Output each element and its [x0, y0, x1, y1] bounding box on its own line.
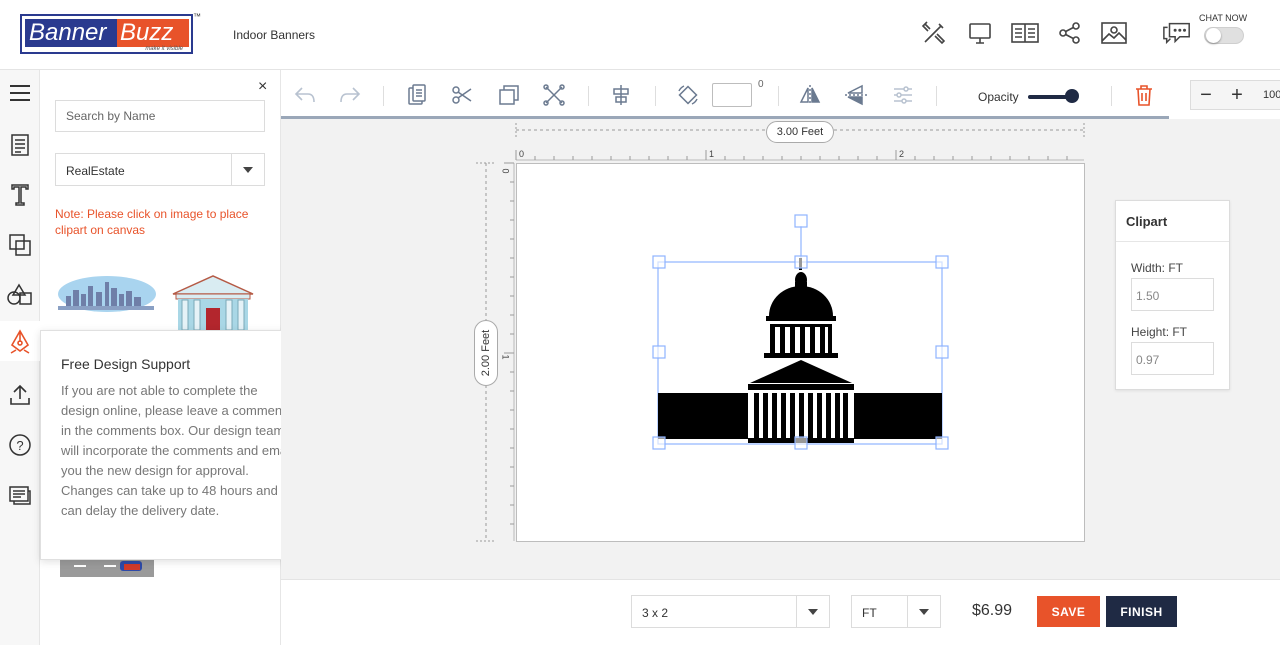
- rotate-icon[interactable]: [675, 82, 701, 108]
- svg-text:?: ?: [16, 438, 23, 453]
- zoom-value: 100: [1263, 89, 1280, 101]
- clipart-icon[interactable]: [0, 321, 40, 361]
- help-icon[interactable]: ?: [0, 425, 40, 465]
- degree-symbol: 0: [758, 79, 764, 90]
- clipart-height-input[interactable]: 0.97: [1131, 342, 1214, 375]
- book-icon[interactable]: [1010, 18, 1040, 48]
- duplicate-icon[interactable]: [496, 82, 522, 108]
- height-dimension-pill: 2.00 Feet: [474, 320, 498, 386]
- popup-body: If you are not able to complete the desi…: [61, 383, 293, 518]
- redo-icon[interactable]: [337, 82, 363, 108]
- clipart-note: Note: Please click on image to place cli…: [55, 207, 249, 237]
- opacity-label: Opacity: [978, 90, 1019, 104]
- trash-icon[interactable]: [1131, 82, 1157, 108]
- share-icon[interactable]: [1055, 18, 1085, 48]
- price-display: $6.99: [972, 602, 1013, 619]
- logo-trademark: ™: [193, 12, 201, 21]
- chevron-down-icon[interactable]: [796, 596, 829, 627]
- toolbar-separator: [588, 86, 589, 106]
- delete-x-icon[interactable]: [541, 82, 567, 108]
- chevron-down-icon[interactable]: [231, 154, 264, 185]
- height-dimension-label: 2.00 Feet: [480, 329, 493, 377]
- toolbar-separator: [1111, 86, 1112, 106]
- unit-select-value: FT: [862, 606, 877, 620]
- upload-icon[interactable]: [0, 375, 40, 415]
- finish-button[interactable]: FINISH: [1106, 596, 1177, 627]
- height-label: Height: FT: [1131, 325, 1188, 339]
- monitor-icon[interactable]: [965, 18, 995, 48]
- save-button[interactable]: SAVE: [1037, 596, 1100, 627]
- capitol-building-clipart[interactable]: [650, 212, 952, 452]
- product-title: Indoor Banners: [233, 28, 316, 42]
- flip-horizontal-icon[interactable]: [797, 82, 823, 108]
- size-select[interactable]: 3 x 2: [631, 595, 830, 628]
- layers-icon[interactable]: [0, 225, 40, 265]
- logo-buzz-text: Buzz: [117, 19, 189, 47]
- clipart-thumb-water[interactable]: [190, 560, 220, 566]
- width-label: Width: FT: [1131, 261, 1184, 275]
- logo-banner-text: Banner: [25, 19, 117, 47]
- popup-title: Free Design Support: [61, 356, 191, 372]
- shapes-icon[interactable]: [0, 275, 40, 315]
- clipart-width-input[interactable]: 1.50: [1131, 278, 1214, 311]
- text-icon[interactable]: [0, 175, 40, 215]
- zoom-in-button[interactable]: +: [1222, 81, 1252, 109]
- adjust-sliders-icon[interactable]: [890, 82, 916, 108]
- toolbar-separator: [655, 86, 656, 106]
- comments-icon[interactable]: [0, 475, 40, 515]
- chevron-down-icon[interactable]: [907, 596, 940, 627]
- unit-select[interactable]: FT: [851, 595, 941, 628]
- toolbar-separator: [778, 86, 779, 106]
- undo-icon[interactable]: [292, 82, 318, 108]
- menu-icon[interactable]: [0, 73, 40, 113]
- chat-now-label: CHAT NOW: [1199, 13, 1248, 23]
- flip-vertical-icon[interactable]: [843, 82, 869, 108]
- size-select-value: 3 x 2: [642, 606, 669, 620]
- image-icon[interactable]: [1099, 18, 1129, 48]
- category-select[interactable]: RealEstate: [55, 153, 265, 186]
- toggle-knob: [1206, 28, 1221, 43]
- ruler-left-label-1: 1: [500, 354, 511, 360]
- zoom-control: − + 100: [1190, 80, 1280, 110]
- zoom-out-button[interactable]: −: [1191, 81, 1221, 109]
- template-icon[interactable]: [0, 125, 40, 165]
- ruler-top-label-0: 0: [519, 149, 525, 159]
- clipart-search-input[interactable]: [55, 100, 265, 132]
- clipart-thumb-bank-building[interactable]: [168, 272, 258, 330]
- free-design-support-popup: Free Design Support × If you are not abl…: [40, 330, 310, 560]
- rotation-input[interactable]: [712, 83, 752, 107]
- cut-icon[interactable]: [449, 82, 475, 108]
- width-dimension-label: 3.00 Feet: [766, 121, 834, 143]
- clipart-thumb-city-skyline[interactable]: [56, 268, 158, 314]
- clipart-thumb-sky-1[interactable]: [60, 584, 154, 592]
- toolbar-separator: [383, 86, 384, 106]
- opacity-slider-handle[interactable]: [1065, 89, 1079, 103]
- clipart-thumb-sky-2[interactable]: [165, 584, 259, 592]
- category-select-value: RealEstate: [66, 164, 125, 178]
- ruler-left-label-0: 0: [500, 168, 511, 174]
- tools-icon[interactable]: [919, 18, 949, 48]
- paste-icon[interactable]: [404, 82, 430, 108]
- chat-icon[interactable]: [1162, 18, 1192, 48]
- clipart-panel-title: Clipart: [1116, 201, 1229, 242]
- align-center-icon[interactable]: [608, 82, 634, 108]
- chat-toggle[interactable]: [1204, 27, 1244, 44]
- toolbar-separator: [936, 86, 937, 106]
- bannerbuzz-logo[interactable]: Banner Buzz make it visible ™: [20, 12, 201, 54]
- panel-close-icon[interactable]: ×: [258, 78, 267, 96]
- logo-tagline: make it visible: [145, 46, 183, 52]
- ruler-top-label-1: 1: [709, 149, 715, 159]
- ruler-top-label-2: 2: [899, 149, 905, 159]
- clipart-properties-panel: Clipart Width: FT 1.50 Height: FT 0.97: [1115, 200, 1230, 390]
